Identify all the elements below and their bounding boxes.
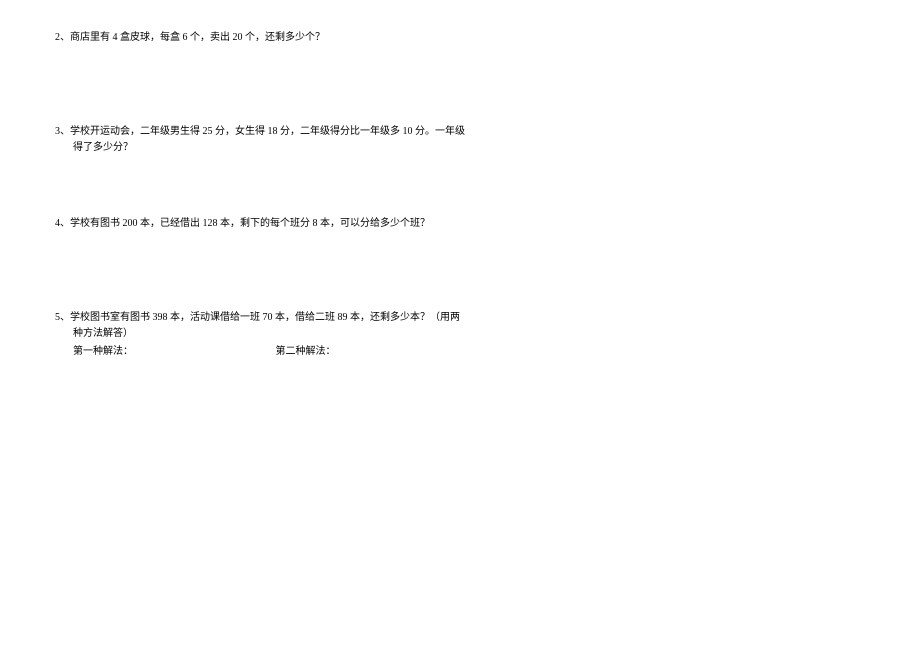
question-3: 3、 学校开运动会，二年级男生得 25 分，女生得 18 分，二年级得分比一年级… (55, 124, 475, 156)
question-number: 2、 (55, 30, 70, 46)
question-number: 3、 (55, 124, 70, 140)
question-number: 4、 (55, 216, 70, 232)
question-text-line1: 学校图书室有图书 398 本，活动课借给一班 70 本，借给二班 89 本，还剩… (70, 310, 475, 326)
question-text-line1: 学校开运动会，二年级男生得 25 分，女生得 18 分，二年级得分比一年级多 1… (70, 124, 475, 140)
question-2: 2、 商店里有 4 盒皮球，每盒 6 个，卖出 20 个，还剩多少个？ (55, 30, 475, 46)
question-text: 商店里有 4 盒皮球，每盒 6 个，卖出 20 个，还剩多少个？ (70, 30, 475, 46)
question-number: 5、 (55, 310, 70, 326)
solution-methods: 第一种解法： 第二种解法： (55, 344, 475, 360)
question-text: 学校有图书 200 本，已经借出 128 本，剩下的每个班分 8 本，可以分给多… (70, 216, 475, 232)
question-text-line2: 种方法解答） (55, 326, 475, 342)
question-text-line2: 得了多少分？ (55, 140, 475, 156)
method-2-label: 第二种解法： (276, 346, 336, 357)
question-5: 5、 学校图书室有图书 398 本，活动课借给一班 70 本，借给二班 89 本… (55, 310, 475, 360)
method-1-label: 第一种解法： (73, 346, 133, 357)
question-4: 4、 学校有图书 200 本，已经借出 128 本，剩下的每个班分 8 本，可以… (55, 216, 475, 232)
